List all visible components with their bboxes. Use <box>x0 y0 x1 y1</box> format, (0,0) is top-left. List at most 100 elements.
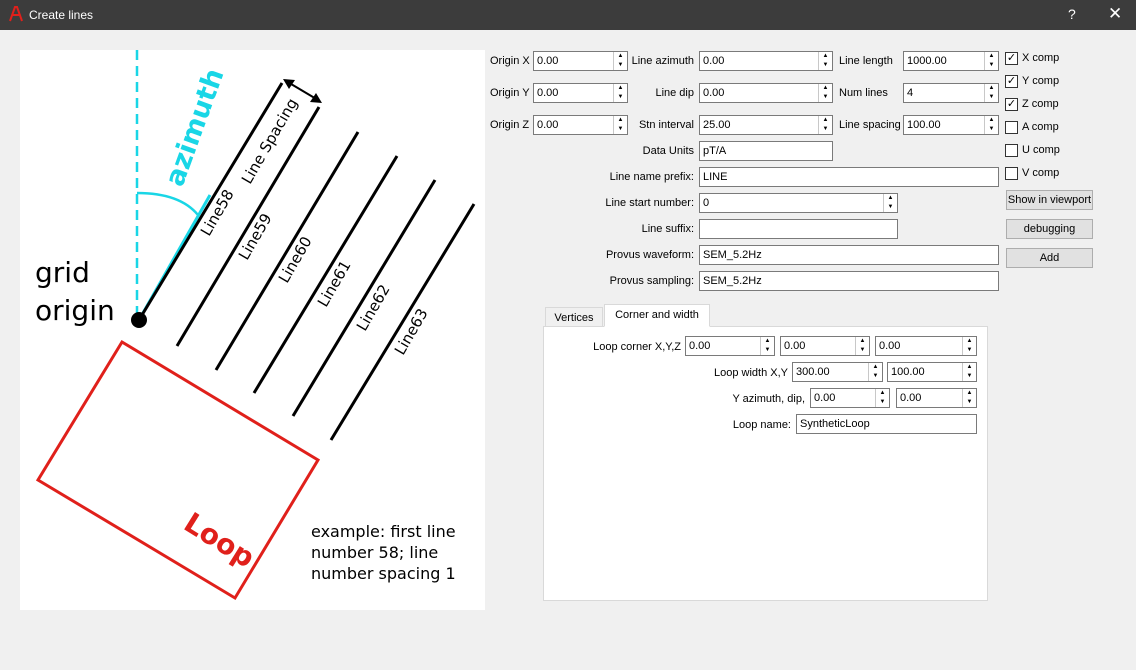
line-suffix-field[interactable] <box>699 219 898 239</box>
checkbox-box[interactable] <box>1005 167 1018 180</box>
stn-interval-input[interactable] <box>700 116 818 134</box>
origin-y-input[interactable] <box>534 84 613 102</box>
help-button[interactable]: ? <box>1068 6 1076 22</box>
spin-up-icon[interactable]: ▲ <box>614 116 627 125</box>
line-dip-stepper[interactable]: ▲ ▼ <box>818 84 832 102</box>
loop-width-y-input[interactable] <box>888 363 962 381</box>
origin-x-spinbox[interactable]: ▲▼ <box>533 51 628 71</box>
loop-width-x-input[interactable] <box>793 363 868 381</box>
origin-z-spinbox[interactable]: ▲▼ <box>533 115 628 135</box>
line-dip-spinbox[interactable]: ▲▼ <box>699 83 833 103</box>
loop-corner-x-stepper[interactable]: ▲ ▼ <box>760 337 774 355</box>
spin-up-icon[interactable]: ▲ <box>985 52 998 61</box>
tab-vertices[interactable]: Vertices <box>545 307 603 326</box>
spin-down-icon[interactable]: ▼ <box>876 398 889 407</box>
line-start-number-stepper[interactable]: ▲ ▼ <box>883 194 897 212</box>
line-azimuth-input[interactable] <box>700 52 818 70</box>
provus-waveform-input[interactable] <box>700 246 998 264</box>
spin-up-icon[interactable]: ▲ <box>819 84 832 93</box>
loop-name-field[interactable] <box>796 414 977 434</box>
origin-z-input[interactable] <box>534 116 613 134</box>
loop-corner-x-input[interactable] <box>686 337 760 355</box>
spin-up-icon[interactable]: ▲ <box>963 389 976 398</box>
loop-corner-z-input[interactable] <box>876 337 962 355</box>
loop-corner-y-spinbox[interactable]: ▲▼ <box>780 336 870 356</box>
loop-width-x-stepper[interactable]: ▲ ▼ <box>868 363 882 381</box>
spin-up-icon[interactable]: ▲ <box>963 363 976 372</box>
line-suffix-input[interactable] <box>700 220 897 238</box>
checkbox-box[interactable] <box>1005 121 1018 134</box>
loop-corner-z-spinbox[interactable]: ▲▼ <box>875 336 977 356</box>
spin-down-icon[interactable]: ▼ <box>819 93 832 102</box>
spin-down-icon[interactable]: ▼ <box>884 203 897 212</box>
close-button[interactable]: ✕ <box>1108 4 1122 24</box>
line-azimuth-stepper[interactable]: ▲ ▼ <box>818 52 832 70</box>
provus-waveform-field[interactable] <box>699 245 999 265</box>
y-azimuth-stepper[interactable]: ▲ ▼ <box>875 389 889 407</box>
checkmark-icon[interactable]: ✓ <box>1005 52 1018 65</box>
spin-up-icon[interactable]: ▲ <box>761 337 774 346</box>
spin-up-icon[interactable]: ▲ <box>869 363 882 372</box>
line-azimuth-spinbox[interactable]: ▲▼ <box>699 51 833 71</box>
spin-down-icon[interactable]: ▼ <box>963 346 976 355</box>
spin-down-icon[interactable]: ▼ <box>614 125 627 134</box>
spin-up-icon[interactable]: ▲ <box>963 337 976 346</box>
origin-y-stepper[interactable]: ▲ ▼ <box>613 84 627 102</box>
spin-down-icon[interactable]: ▼ <box>819 61 832 70</box>
line-start-number-input[interactable] <box>700 194 883 212</box>
checkmark-icon[interactable]: ✓ <box>1005 75 1018 88</box>
line-length-input[interactable] <box>904 52 984 70</box>
loop-width-x-spinbox[interactable]: ▲▼ <box>792 362 883 382</box>
debugging-button[interactable]: debugging <box>1006 219 1093 239</box>
line-spacing-stepper[interactable]: ▲ ▼ <box>984 116 998 134</box>
spin-down-icon[interactable]: ▼ <box>963 398 976 407</box>
y-azimuth-input[interactable] <box>811 389 875 407</box>
spin-down-icon[interactable]: ▼ <box>985 61 998 70</box>
checkmark-icon[interactable]: ✓ <box>1005 98 1018 111</box>
spin-up-icon[interactable]: ▲ <box>819 52 832 61</box>
origin-z-stepper[interactable]: ▲ ▼ <box>613 116 627 134</box>
line-spacing-spinbox[interactable]: ▲▼ <box>903 115 999 135</box>
loop-corner-y-input[interactable] <box>781 337 855 355</box>
origin-x-input[interactable] <box>534 52 613 70</box>
num-lines-stepper[interactable]: ▲ ▼ <box>984 84 998 102</box>
line-length-spinbox[interactable]: ▲▼ <box>903 51 999 71</box>
line-length-stepper[interactable]: ▲ ▼ <box>984 52 998 70</box>
spin-down-icon[interactable]: ▼ <box>819 125 832 134</box>
spin-down-icon[interactable]: ▼ <box>985 93 998 102</box>
spin-down-icon[interactable]: ▼ <box>614 61 627 70</box>
spin-down-icon[interactable]: ▼ <box>985 125 998 134</box>
line-dip-input[interactable] <box>700 84 818 102</box>
show-in-viewport-button[interactable]: Show in viewport <box>1006 190 1093 210</box>
stn-interval-spinbox[interactable]: ▲▼ <box>699 115 833 135</box>
y-dip-spinbox[interactable]: ▲▼ <box>896 388 977 408</box>
num-lines-spinbox[interactable]: ▲▼ <box>903 83 999 103</box>
line-start-number-spinbox[interactable]: ▲▼ <box>699 193 898 213</box>
loop-corner-x-spinbox[interactable]: ▲▼ <box>685 336 775 356</box>
spin-down-icon[interactable]: ▼ <box>614 93 627 102</box>
loop-width-y-stepper[interactable]: ▲ ▼ <box>962 363 976 381</box>
data-units-input[interactable] <box>700 142 832 160</box>
stn-interval-stepper[interactable]: ▲ ▼ <box>818 116 832 134</box>
checkbox-box[interactable] <box>1005 144 1018 157</box>
provus-sampling-input[interactable] <box>700 272 998 290</box>
spin-down-icon[interactable]: ▼ <box>869 372 882 381</box>
loop-corner-z-stepper[interactable]: ▲ ▼ <box>962 337 976 355</box>
tab-corner-and-width[interactable]: Corner and width <box>604 304 710 327</box>
line-spacing-input[interactable] <box>904 116 984 134</box>
num-lines-input[interactable] <box>904 84 984 102</box>
spin-up-icon[interactable]: ▲ <box>985 84 998 93</box>
loop-width-y-spinbox[interactable]: ▲▼ <box>887 362 977 382</box>
spin-down-icon[interactable]: ▼ <box>963 372 976 381</box>
y-dip-stepper[interactable]: ▲ ▼ <box>962 389 976 407</box>
line-name-prefix-field[interactable] <box>699 167 999 187</box>
data-units-field[interactable] <box>699 141 833 161</box>
spin-up-icon[interactable]: ▲ <box>884 194 897 203</box>
origin-y-spinbox[interactable]: ▲▼ <box>533 83 628 103</box>
spin-up-icon[interactable]: ▲ <box>985 116 998 125</box>
loop-name-input[interactable] <box>797 415 976 433</box>
y-azimuth-spinbox[interactable]: ▲▼ <box>810 388 890 408</box>
spin-up-icon[interactable]: ▲ <box>614 84 627 93</box>
line-name-prefix-input[interactable] <box>700 168 998 186</box>
y-dip-input[interactable] <box>897 389 962 407</box>
